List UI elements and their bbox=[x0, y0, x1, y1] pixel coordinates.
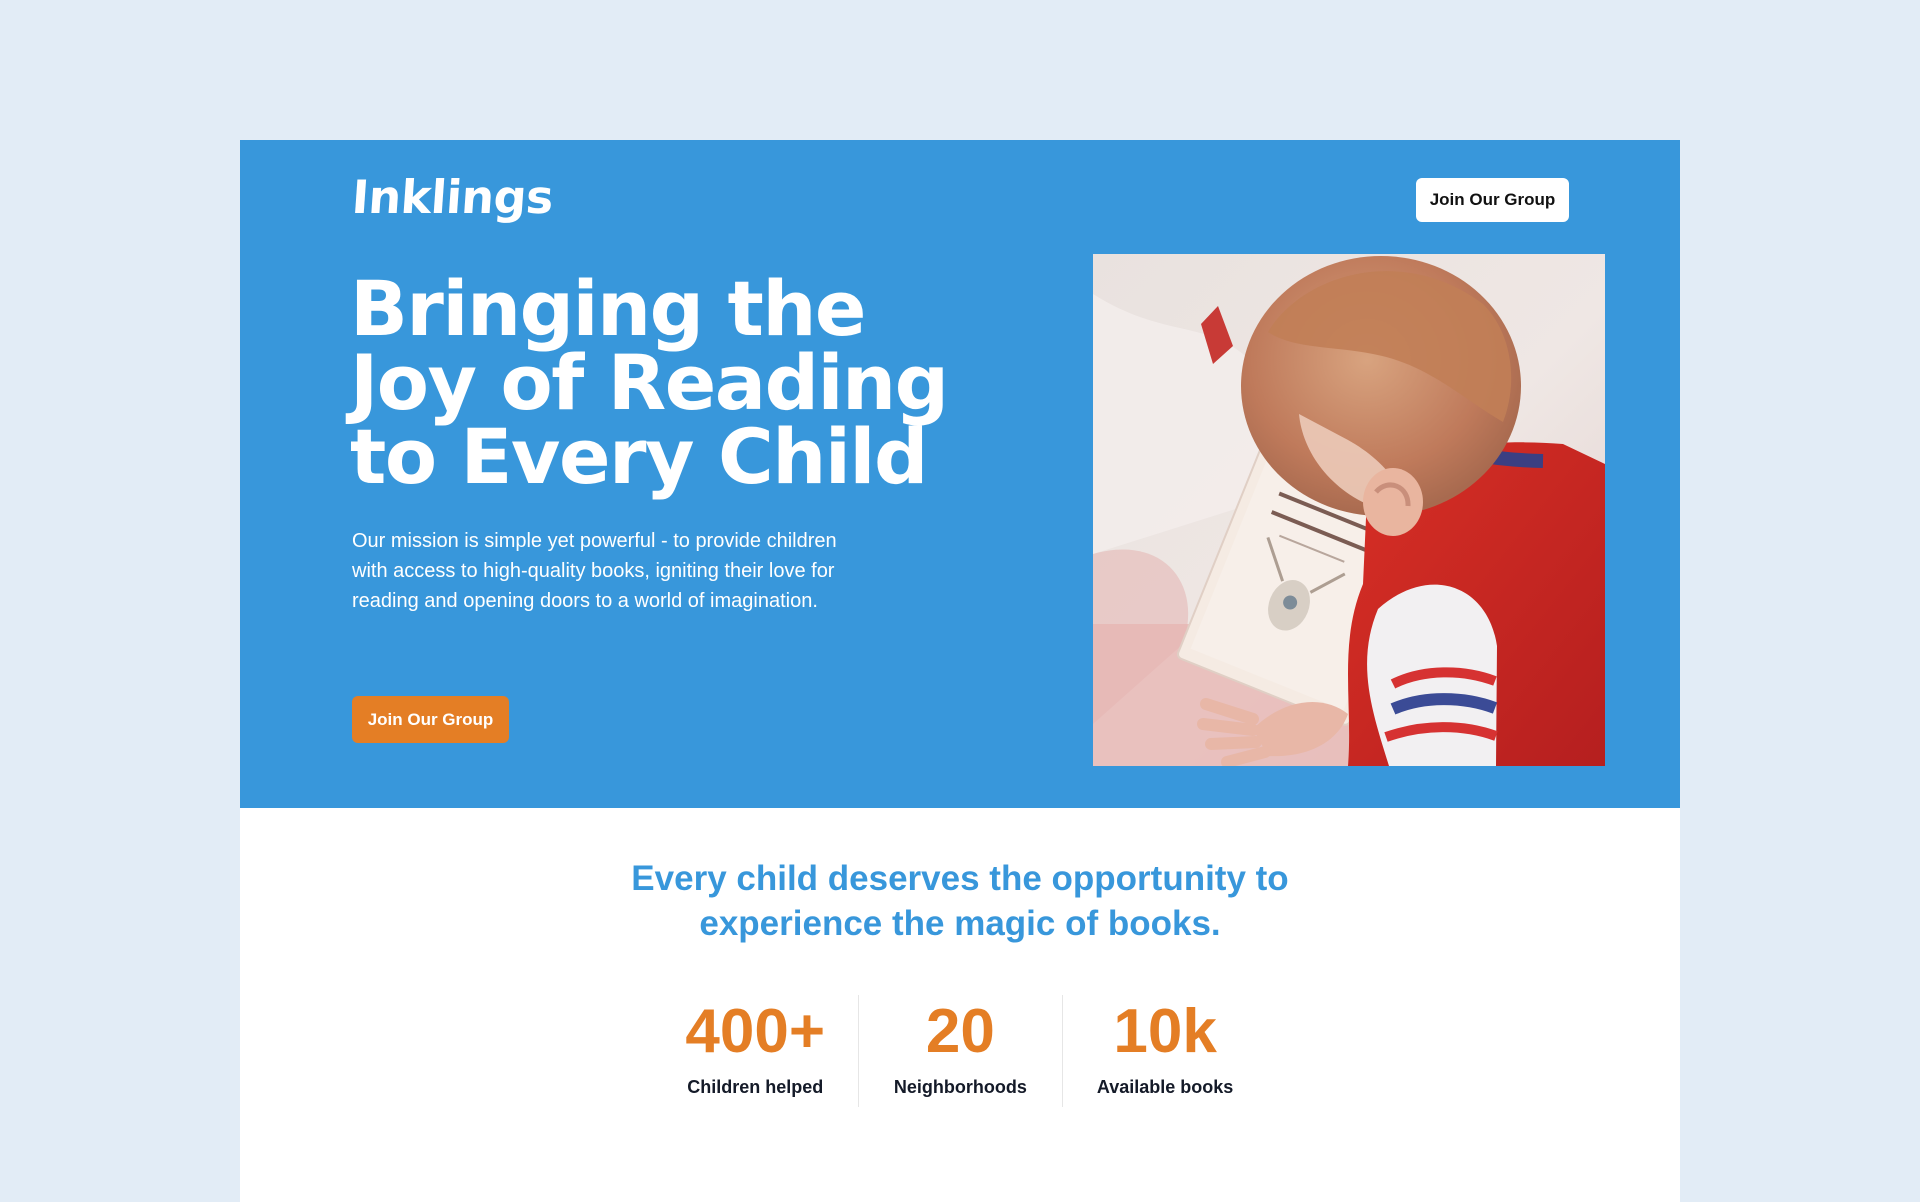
stats-row: 400+ Children helped 20 Neighborhoods 10… bbox=[653, 995, 1267, 1107]
headline-line-1: Bringing the bbox=[350, 264, 866, 353]
stat-value: 400+ bbox=[685, 997, 826, 1066]
headline-line-2: Joy of Reading bbox=[350, 338, 949, 427]
stat-children-helped: 400+ Children helped bbox=[653, 995, 858, 1107]
hero-headline: Bringing the Joy of Reading to Every Chi… bbox=[350, 264, 990, 501]
hero-section: Inklings Join Our Group Bringing the Joy… bbox=[240, 140, 1680, 808]
page-card: Inklings Join Our Group Bringing the Joy… bbox=[240, 140, 1680, 1202]
stat-label: Neighborhoods bbox=[893, 1077, 1027, 1097]
stat-label: Available books bbox=[1096, 1077, 1234, 1097]
stat-neighborhoods: 20 Neighborhoods bbox=[857, 995, 1063, 1107]
tagline-line-2: experience the magic of books. bbox=[699, 904, 1221, 943]
stat-value: 20 bbox=[925, 997, 995, 1066]
join-group-nav-button[interactable]: Join Our Group bbox=[1416, 178, 1569, 222]
tagline-line-1: Every child deserves the opportunity to bbox=[631, 859, 1289, 898]
mission-text: Our mission is simple yet powerful - to … bbox=[352, 530, 837, 612]
baby-reading-image bbox=[1093, 254, 1605, 766]
stat-value: 10k bbox=[1113, 997, 1217, 1066]
stat-label: Children helped bbox=[687, 1077, 824, 1097]
join-group-hero-button[interactable]: Join Our Group bbox=[352, 696, 509, 743]
inklings-logo[interactable]: Inklings bbox=[350, 170, 555, 224]
stat-available-books: 10k Available books bbox=[1062, 995, 1267, 1107]
tagline: Every child deserves the opportunity to … bbox=[240, 856, 1680, 946]
headline-line-3: to Every Child bbox=[350, 412, 928, 501]
baby-reading-book-photo bbox=[1093, 254, 1605, 766]
